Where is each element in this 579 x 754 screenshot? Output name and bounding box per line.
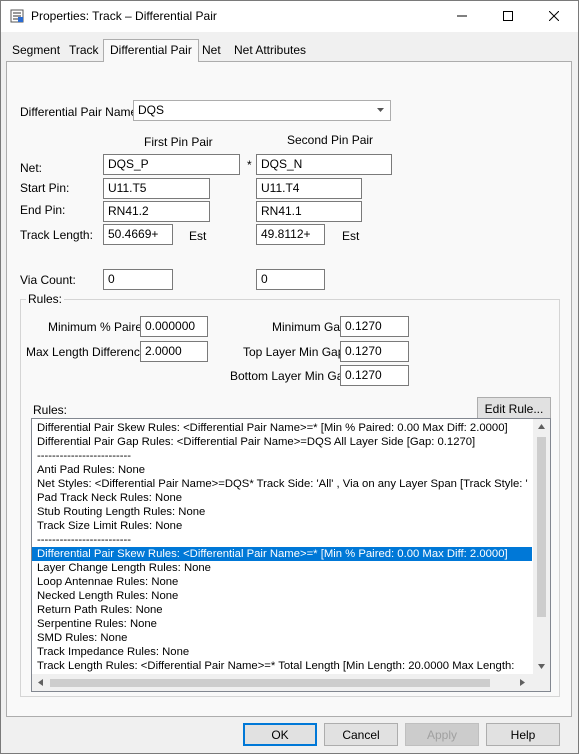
first-pin-pair-header: First Pin Pair [144, 135, 213, 149]
apply-button[interactable]: Apply [405, 723, 479, 746]
rules-list-item[interactable]: ------------------------- [32, 533, 532, 547]
second-pin-pair-header: Second Pin Pair [287, 133, 374, 147]
second-end-pin-field[interactable]: RN41.1 [256, 201, 362, 222]
bottom-layer-min-gap-label: Bottom Layer Min Gap: [230, 369, 354, 383]
top-layer-min-gap-label: Top Layer Min Gap: [243, 345, 348, 359]
close-button[interactable] [531, 1, 577, 32]
rules-list-item[interactable]: Pad Track Neck Rules: None [32, 491, 532, 505]
rules-list-item[interactable]: Track Length Rules: <Differential Pair N… [32, 659, 532, 673]
vertical-scroll-thumb[interactable] [537, 437, 546, 617]
min-paired-label: Minimum % Paired: [48, 320, 153, 334]
bottom-layer-min-gap-field[interactable]: 0.1270 [340, 365, 409, 386]
tab-net-attributes[interactable]: Net Attributes [228, 41, 312, 61]
second-start-pin-field[interactable]: U11.T4 [256, 178, 362, 199]
rules-list-item[interactable]: SMD Rules: None [32, 631, 532, 645]
horizontal-scroll-thumb[interactable] [50, 679, 490, 687]
second-est-label: Est [342, 229, 360, 243]
net-label: Net: [20, 161, 43, 175]
start-pin-label: Start Pin: [20, 181, 70, 195]
first-via-count-field[interactable]: 0 [103, 269, 173, 290]
close-icon [548, 10, 560, 22]
window-title: Properties: Track – Differential Pair [31, 9, 217, 23]
edit-rule-button[interactable]: Edit Rule... [477, 397, 551, 420]
min-gap-field[interactable]: 0.1270 [340, 316, 409, 337]
rules-listbox[interactable]: Differential Pair Skew Rules: <Different… [31, 418, 551, 692]
first-net-field[interactable]: DQS_P [103, 154, 240, 175]
scroll-left-icon[interactable] [38, 679, 43, 686]
max-length-diff-field[interactable]: 2.0000 [140, 341, 208, 362]
rules-list-item[interactable]: Differential Pair Skew Rules: <Different… [32, 547, 532, 561]
tab-differential-pair[interactable]: Differential Pair [103, 39, 199, 62]
scroll-down-icon[interactable] [538, 664, 545, 669]
min-gap-label: Minimum Gap: [272, 320, 351, 334]
first-track-length-field[interactable]: 50.4669+ [103, 224, 173, 245]
rules-horizontal-scrollbar[interactable] [32, 674, 550, 691]
help-button[interactable]: Help [486, 723, 560, 746]
rules-vertical-scrollbar[interactable] [533, 419, 550, 675]
tab-net[interactable]: Net [196, 41, 227, 61]
tab-track[interactable]: Track [63, 41, 105, 61]
rules-list-item[interactable]: Return Path Rules: None [32, 603, 532, 617]
second-net-field[interactable]: DQS_N [256, 154, 392, 175]
scrollbar-corner [533, 674, 550, 691]
minimize-icon [457, 15, 467, 17]
rules-list-item[interactable]: Anti Pad Rules: None [32, 463, 532, 477]
first-end-pin-field[interactable]: RN41.2 [103, 201, 210, 222]
diff-pair-name-value: DQS [138, 103, 165, 117]
net-separator: * [247, 158, 252, 172]
cancel-button[interactable]: Cancel [324, 723, 398, 746]
rules-list-item[interactable]: Stub Routing Length Rules: None [32, 505, 532, 519]
rules-list-item[interactable]: Necked Length Rules: None [32, 589, 532, 603]
properties-dialog: Properties: Track – Differential Pair Se… [0, 0, 579, 754]
rules-list-item[interactable]: Differential Pair Skew Rules: <Different… [32, 421, 532, 435]
scroll-right-icon[interactable] [520, 679, 525, 686]
max-length-diff-label: Max Length Difference: [26, 345, 150, 359]
tab-segment[interactable]: Segment [6, 41, 66, 61]
ok-button[interactable]: OK [243, 723, 317, 746]
rules-list-item[interactable]: ------------------------- [32, 449, 532, 463]
rules-list-item[interactable]: Track Impedance Rules: None [32, 645, 532, 659]
second-track-length-field[interactable]: 49.8112+ [256, 224, 325, 245]
diff-pair-name-label: Differential Pair Name: [20, 105, 141, 119]
second-via-count-field[interactable]: 0 [256, 269, 325, 290]
minimize-button[interactable] [439, 1, 485, 32]
rules-list-item[interactable]: Differential Pair Gap Rules: <Differenti… [32, 435, 532, 449]
scroll-up-icon[interactable] [538, 424, 545, 429]
first-start-pin-field[interactable]: U11.T5 [103, 178, 210, 199]
min-paired-field[interactable]: 0.000000 [140, 316, 208, 337]
via-count-label: Via Count: [20, 273, 76, 287]
rules-list-items: Differential Pair Skew Rules: <Different… [32, 421, 532, 673]
track-length-label: Track Length: [20, 228, 93, 242]
end-pin-label: End Pin: [20, 203, 66, 217]
rules-list-label: Rules: [33, 403, 68, 417]
properties-app-icon [10, 9, 24, 23]
rules-list-item[interactable]: Net Styles: <Differential Pair Name>=DQS… [32, 477, 532, 491]
rules-list-item[interactable]: Layer Change Length Rules: None [32, 561, 532, 575]
maximize-icon [503, 11, 513, 21]
title-bar[interactable]: Properties: Track – Differential Pair [1, 1, 578, 32]
rules-list-item[interactable]: Serpentine Rules: None [32, 617, 532, 631]
chevron-down-icon [377, 108, 384, 112]
rules-group-title: Rules: [26, 292, 65, 306]
maximize-button[interactable] [485, 1, 531, 32]
first-est-label: Est [189, 229, 207, 243]
top-layer-min-gap-field[interactable]: 0.1270 [340, 341, 409, 362]
rules-list-item[interactable]: Loop Antennae Rules: None [32, 575, 532, 589]
diff-pair-name-select[interactable]: DQS [133, 100, 391, 121]
rules-list-item[interactable]: Track Size Limit Rules: None [32, 519, 532, 533]
